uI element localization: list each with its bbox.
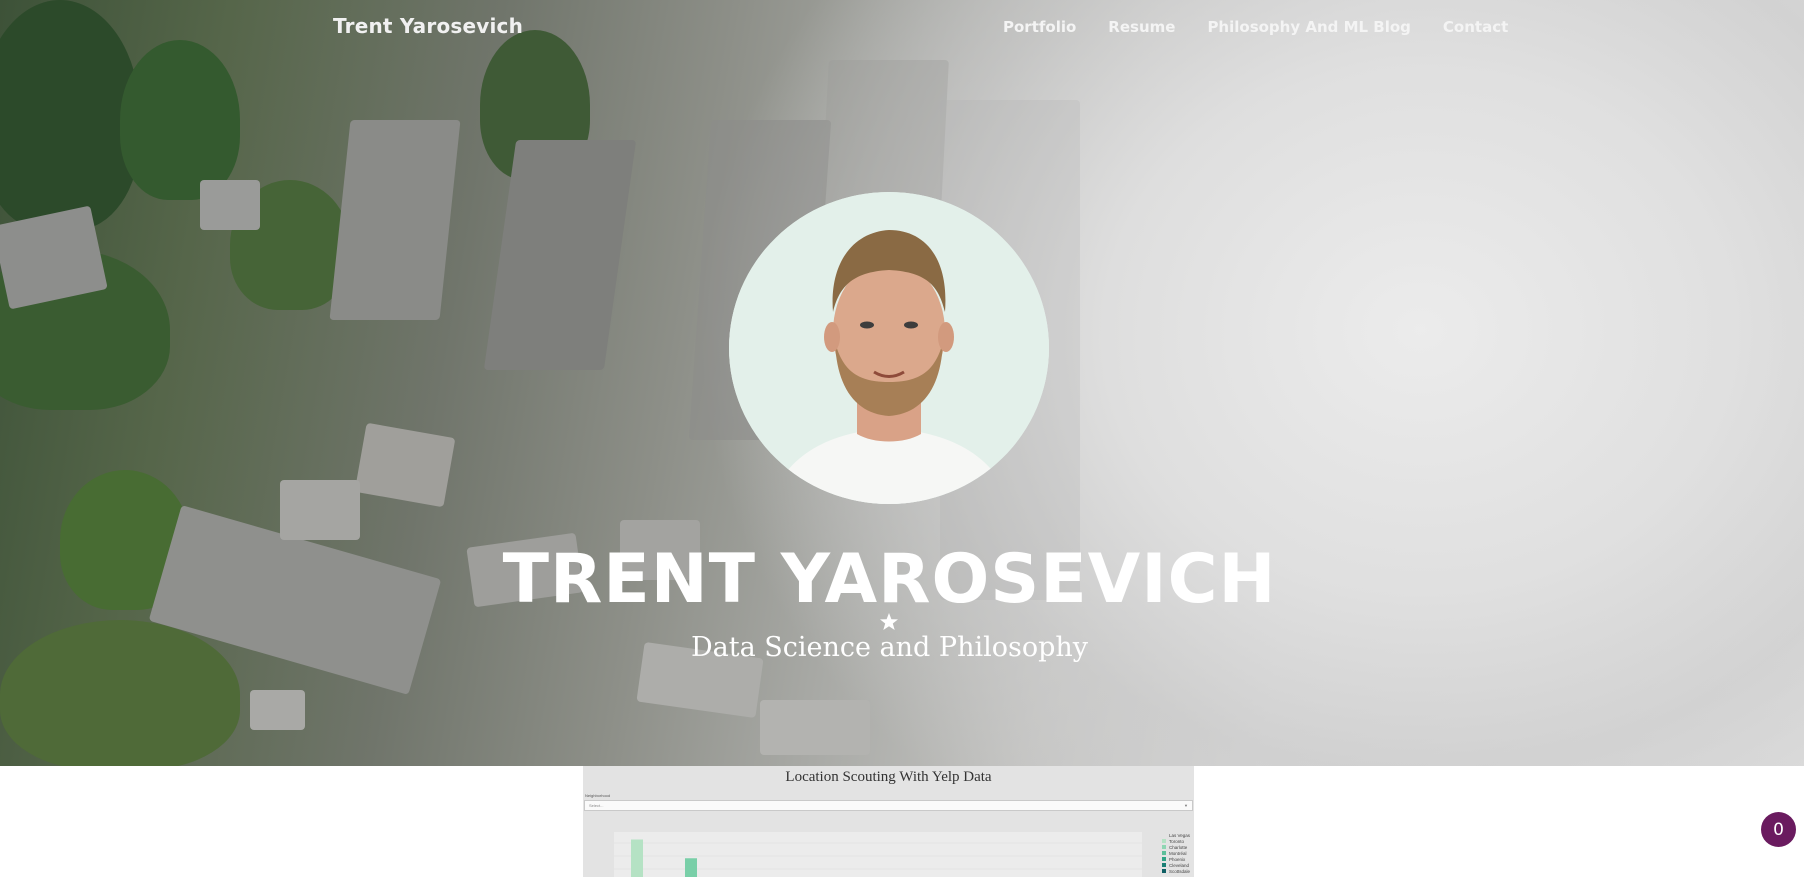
top-navigation: Trent Yarosevich Portfolio Resume Philos… (0, 0, 1804, 56)
profile-avatar (729, 192, 1049, 504)
filter-label: Neighborhood (585, 793, 611, 798)
chart-bar (685, 858, 697, 877)
nav-links: Portfolio Resume Philosophy And ML Blog … (1003, 18, 1508, 36)
hero-subtitle: Data Science and Philosophy (690, 632, 1089, 663)
legend-swatch (1162, 851, 1166, 855)
legend-label: Charlotte (1169, 845, 1188, 850)
legend-label: Las Vegas (1169, 833, 1191, 838)
legend-swatch (1162, 839, 1166, 843)
preview-chart: 20k18k16kLas VegasTorontoCharlotteMontré… (611, 832, 1194, 877)
legend-label: Phoenix (1169, 857, 1186, 862)
legend-swatch (1162, 863, 1166, 867)
legend-swatch (1162, 857, 1166, 861)
legend-label: Montréal (1169, 851, 1187, 856)
star-icon (879, 612, 899, 632)
profile-photo (729, 192, 1049, 504)
legend-label: Toronto (1169, 839, 1185, 844)
chat-badge[interactable]: 0 (1761, 812, 1796, 847)
portfolio-preview[interactable]: Location Scouting With Yelp Data Neighbo… (583, 766, 1194, 877)
hero-title: TRENT YAROSEVICH (502, 540, 1277, 619)
hero-section: Trent Yarosevich Portfolio Resume Philos… (0, 0, 1804, 766)
legend-swatch (1162, 833, 1166, 837)
legend-label: Scottsdale (1169, 869, 1191, 874)
nav-link-contact[interactable]: Contact (1443, 18, 1508, 36)
select-placeholder: Select... (589, 803, 604, 808)
legend-swatch (1162, 845, 1166, 849)
nav-link-blog[interactable]: Philosophy And ML Blog (1207, 18, 1410, 36)
brand-logo[interactable]: Trent Yarosevich (333, 14, 523, 38)
nav-link-resume[interactable]: Resume (1108, 18, 1175, 36)
neighborhood-select[interactable]: Select... ▼ (584, 800, 1193, 811)
legend-label: Cleveland (1169, 863, 1190, 868)
legend-swatch (1162, 869, 1166, 873)
preview-title: Location Scouting With Yelp Data (785, 769, 992, 785)
chevron-down-icon: ▼ (1184, 803, 1188, 808)
nav-link-portfolio[interactable]: Portfolio (1003, 18, 1076, 36)
chart-bar (631, 839, 643, 877)
chart-canvas: 20k18k16kLas VegasTorontoCharlotteMontré… (611, 832, 1191, 877)
